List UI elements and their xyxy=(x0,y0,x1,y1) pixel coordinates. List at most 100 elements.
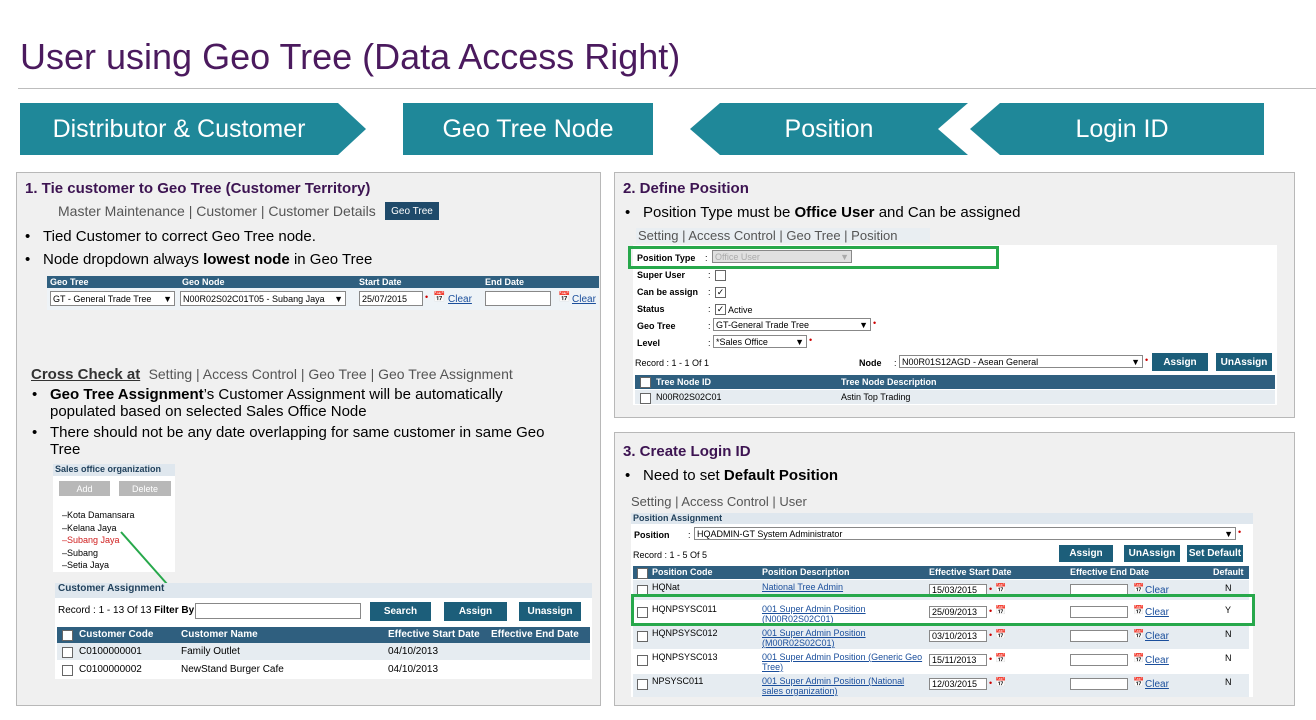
panel-define-position: 2. Define Position Position Type must be… xyxy=(614,172,1295,418)
position-code: HQNat xyxy=(652,582,680,592)
position-description-link[interactable]: National Tree Admin xyxy=(762,582,927,592)
bullet-text: Node dropdown always xyxy=(43,251,204,268)
bullet-text: Position Type must be xyxy=(643,204,795,221)
calendar-icon[interactable]: 📅 xyxy=(995,629,1006,640)
select-all-checkbox[interactable] xyxy=(640,377,651,388)
clear-end-link[interactable]: Clear xyxy=(572,294,596,305)
panel1-note2: There should not be any date overlapping… xyxy=(32,424,575,458)
calendar-icon[interactable]: 📅 xyxy=(995,653,1006,664)
table-row[interactable]: NPSYSC011 001 Super Admin Position (Natio… xyxy=(633,674,1249,697)
clear-link[interactable]: Clear xyxy=(1145,679,1169,690)
node-select[interactable]: N00R01S12AGD - Asean General ▼ xyxy=(899,355,1143,368)
clear-link[interactable]: Clear xyxy=(1145,631,1169,642)
flow-step-label: Geo Tree Node xyxy=(442,114,614,143)
position-description-link[interactable]: 001 Super Admin Position (M00R02S02C01) xyxy=(762,628,927,648)
start-date-input[interactable]: 25/07/2015 xyxy=(359,291,423,306)
chevron-down-icon: ▼ xyxy=(1131,356,1140,367)
level-select[interactable]: *Sales Office ▼ xyxy=(713,335,807,348)
tab-geo-tree[interactable]: Geo Tree xyxy=(385,202,439,220)
unassign-button[interactable]: UnAssign xyxy=(1124,545,1180,562)
super-user-checkbox[interactable] xyxy=(715,270,726,281)
row-checkbox[interactable] xyxy=(62,647,73,658)
end-date-input[interactable] xyxy=(1070,630,1128,642)
row-checkbox[interactable] xyxy=(640,393,651,404)
table-row[interactable]: C0100000001 Family Outlet 04/10/2013 xyxy=(57,643,590,660)
org-item[interactable]: –Subang xyxy=(62,548,98,558)
unassign-button[interactable]: UnAssign xyxy=(1216,353,1272,371)
position-details-form: Position Type : Office User ▼ Super User … xyxy=(633,245,1277,405)
position-select[interactable]: HQADMIN-GT System Administrator ▼ xyxy=(694,527,1236,540)
required-marker: • xyxy=(873,318,877,328)
end-date-input[interactable] xyxy=(1070,654,1128,666)
calendar-icon[interactable]: 📅 xyxy=(433,292,445,303)
org-item-selected[interactable]: –Subang Jaya xyxy=(62,535,120,545)
calendar-icon[interactable]: 📅 xyxy=(1133,583,1144,594)
select-value: *Sales Office xyxy=(716,336,768,347)
select-value: HQADMIN-GT System Administrator xyxy=(697,528,843,539)
start-date-input[interactable]: 15/11/2013 xyxy=(929,654,987,666)
table-row[interactable]: N00R02S02C01 Astin Top Trading xyxy=(635,390,1275,404)
panel1-bullet1: Tied Customer to correct Geo Tree node. xyxy=(25,228,316,245)
cust-table-header: Customer Code Customer Name Effective St… xyxy=(57,627,590,643)
unassign-button[interactable]: Unassign xyxy=(519,602,581,621)
calendar-icon[interactable]: 📅 xyxy=(1133,677,1144,688)
can-assign-checkbox[interactable]: ✓ xyxy=(715,287,726,298)
calendar-icon[interactable]: 📅 xyxy=(1133,653,1144,664)
record-count: Record : 1 - 1 Of 1 xyxy=(635,358,710,368)
clear-link[interactable]: Clear xyxy=(1145,655,1169,666)
geo-tree-select[interactable]: GT - General Trade Tree ▼ xyxy=(50,291,175,306)
org-item[interactable]: –Kelana Jaya xyxy=(62,523,117,533)
status-value: Active xyxy=(728,305,753,315)
clear-start-link[interactable]: Clear xyxy=(448,294,472,305)
bullet-text: in Geo Tree xyxy=(289,251,373,268)
calendar-icon[interactable]: 📅 xyxy=(558,292,570,303)
search-button[interactable]: Search xyxy=(370,602,431,621)
start-date-input[interactable]: 12/03/2015 xyxy=(929,678,987,690)
required-marker: • xyxy=(1238,527,1242,537)
row-checkbox[interactable] xyxy=(637,679,648,690)
assign-button[interactable]: Assign xyxy=(444,602,507,621)
start-date-input[interactable]: 03/10/2013 xyxy=(929,630,987,642)
col-header: Default xyxy=(1213,567,1244,577)
cust-title: Customer Assignment xyxy=(55,583,592,598)
cell: C0100000002 xyxy=(79,664,142,675)
position-description-link[interactable]: 001 Super Admin Position (Generic Geo Tr… xyxy=(762,652,927,672)
calendar-icon[interactable]: 📅 xyxy=(995,677,1006,688)
table-row[interactable]: C0100000002 NewStand Burger Cafe 04/10/2… xyxy=(57,661,590,678)
row-checkbox[interactable] xyxy=(637,655,648,666)
position-code: HQNPSYSC012 xyxy=(652,628,718,638)
set-default-button[interactable]: Set Default xyxy=(1187,545,1243,562)
assign-button[interactable]: Assign xyxy=(1059,545,1113,562)
calendar-icon[interactable]: 📅 xyxy=(1133,629,1144,640)
required-marker: • xyxy=(809,335,813,345)
end-date-input[interactable] xyxy=(1070,678,1128,690)
table-row[interactable]: HQNPSYSC012 001 Super Admin Position (M00… xyxy=(633,626,1249,649)
delete-button[interactable]: Delete xyxy=(119,481,171,496)
cell: N00R02S02C01 xyxy=(656,392,722,402)
required-marker: • xyxy=(989,678,993,688)
status-label: Status xyxy=(637,304,665,314)
org-item[interactable]: –Kota Damansara xyxy=(62,510,135,520)
position-label: Position xyxy=(634,530,670,540)
bullet-bold: Default Position xyxy=(723,467,839,484)
node-label: Node xyxy=(859,358,882,368)
colon: : xyxy=(708,270,711,280)
add-button[interactable]: Add xyxy=(59,481,110,496)
assign-button[interactable]: Assign xyxy=(1152,353,1208,371)
select-all-checkbox[interactable] xyxy=(637,568,648,579)
end-date-input[interactable] xyxy=(485,291,551,306)
calendar-icon[interactable]: 📅 xyxy=(995,583,1006,594)
panel1-bullet2: Node dropdown always lowest node in Geo … xyxy=(25,251,373,268)
filter-input[interactable] xyxy=(195,603,361,619)
status-checkbox[interactable]: ✓ xyxy=(715,304,726,315)
position-description-link[interactable]: 001 Super Admin Position (National sales… xyxy=(762,676,927,696)
customer-assignment: Customer Assignment Record : 1 - 13 Of 1… xyxy=(55,583,592,679)
geo-node-select[interactable]: N00R02S02C01T05 - Subang Jaya ▼ xyxy=(180,291,346,306)
geo-tree-select[interactable]: GT-General Trade Tree ▼ xyxy=(713,318,871,331)
select-all-checkbox[interactable] xyxy=(62,630,73,641)
table-row[interactable]: HQNPSYSC013 001 Super Admin Position (Gen… xyxy=(633,650,1249,673)
org-item[interactable]: –Setia Jaya xyxy=(62,560,109,570)
row-checkbox[interactable] xyxy=(62,665,73,676)
org-item-label: Setia Jaya xyxy=(67,560,110,570)
row-checkbox[interactable] xyxy=(637,631,648,642)
